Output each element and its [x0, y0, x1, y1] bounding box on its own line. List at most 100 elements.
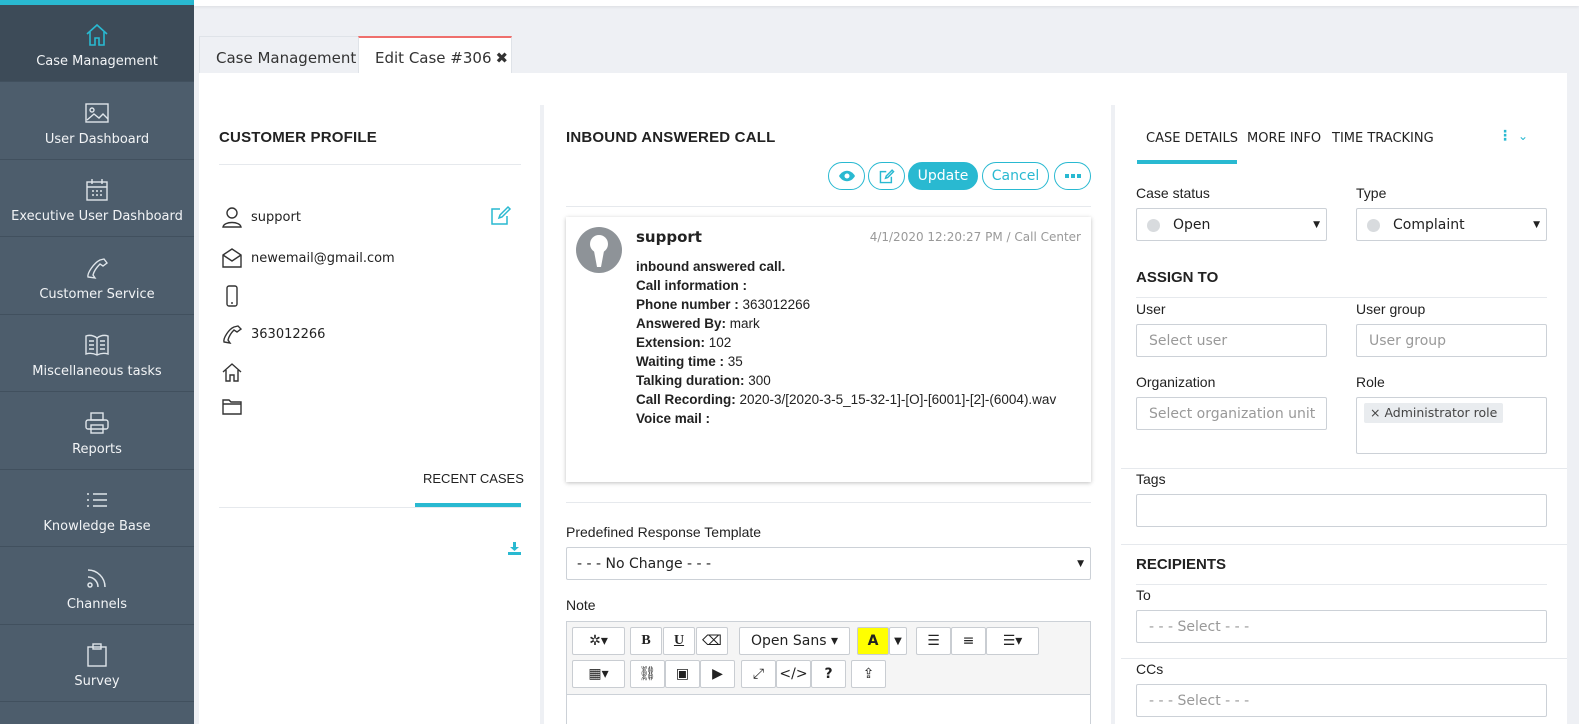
image-icon: ▣ — [675, 666, 690, 682]
envelope-icon — [222, 248, 242, 268]
image-button[interactable]: ▣ — [665, 660, 700, 688]
color-dropdown[interactable]: ▼ — [889, 627, 907, 655]
divider — [1121, 544, 1567, 545]
sidebar-item-misc-tasks[interactable]: Miscellaneous tasks — [0, 315, 194, 392]
sidebar: Case Management User Dashboard Executive… — [0, 0, 194, 724]
organization-label: Organization — [1136, 374, 1216, 390]
template-value: - - - No Change - - - — [577, 555, 712, 572]
sidebar-item-label: Customer Service — [39, 287, 155, 302]
table-icon: ▦▾ — [588, 666, 609, 682]
type-select[interactable]: Complaint ▼ — [1356, 208, 1547, 241]
globe-icon — [1147, 219, 1160, 232]
type-value: Complaint — [1393, 216, 1465, 233]
numbered-list-icon: ≡ — [962, 633, 975, 649]
fullscreen-button[interactable]: ⤢ — [741, 660, 776, 688]
divider — [540, 105, 544, 724]
tab-time-tracking[interactable]: TIME TRACKING — [1332, 131, 1434, 146]
eye-icon — [838, 170, 855, 182]
talking-label: Talking duration: — [636, 373, 745, 388]
bold-button[interactable]: B — [630, 627, 662, 655]
kebab-menu-icon[interactable]: ⋮ — [1498, 128, 1512, 144]
talking-value: 300 — [744, 373, 771, 388]
sidebar-item-case-management[interactable]: Case Management — [0, 5, 194, 82]
divider — [1121, 468, 1567, 469]
tags-input[interactable] — [1136, 494, 1547, 527]
text-color-button[interactable]: A — [857, 627, 889, 655]
image-icon — [85, 103, 109, 123]
magic-wand-icon: ✲▾ — [589, 633, 608, 649]
profile-email: newemail@gmail.com — [251, 250, 395, 266]
note-editor: ✲▾ B U ⌫ Open Sans ▾ A ▼ ☰ ≡ ☰▾ ▦▾ ⛓ ▣ ▶… — [566, 621, 1091, 724]
tags-label: Tags — [1136, 471, 1166, 487]
profile-mobile-row — [221, 283, 251, 309]
code-icon: </> — [779, 666, 808, 682]
note-label: Note — [566, 597, 596, 613]
note-textarea[interactable] — [567, 694, 1090, 724]
profile-title: CUSTOMER PROFILE — [219, 129, 377, 146]
chevron-down-icon[interactable]: ⌄ — [1518, 129, 1528, 143]
template-select[interactable]: - - - No Change - - - ▼ — [566, 547, 1091, 580]
sidebar-item-executive-dashboard[interactable]: Executive User Dashboard — [0, 160, 194, 237]
tag-remove-icon[interactable]: × — [1370, 405, 1380, 420]
divider — [219, 507, 521, 508]
download-icon[interactable] — [508, 542, 521, 555]
user-group-label: User group — [1356, 301, 1426, 317]
role-tag[interactable]: × Administrator role — [1364, 403, 1504, 423]
eraser-button[interactable]: ⌫ — [696, 627, 728, 655]
to-select[interactable]: - - - Select - - - — [1136, 610, 1547, 643]
tab-bar: Case Management Edit Case #306 ✖ — [194, 6, 1579, 79]
tab-recent-cases[interactable]: RECENT CASES — [423, 471, 524, 486]
unordered-list-button[interactable]: ☰ — [916, 627, 951, 655]
sidebar-item-survey[interactable]: Survey — [0, 625, 194, 702]
more-button[interactable] — [1054, 162, 1091, 190]
update-button[interactable]: Update — [908, 162, 978, 190]
magic-button[interactable]: ✲▾ — [572, 627, 625, 655]
close-icon[interactable]: ✖ — [496, 49, 509, 67]
sidebar-item-label: Channels — [66, 597, 128, 612]
cancel-button[interactable]: Cancel — [982, 162, 1049, 190]
divider — [1121, 658, 1567, 659]
profile-folder-row — [221, 393, 251, 419]
ordered-list-button[interactable]: ≡ — [951, 627, 986, 655]
home-icon — [222, 363, 242, 382]
cc-select[interactable]: - - - Select - - - — [1136, 684, 1547, 717]
profile-username: support — [251, 209, 301, 225]
recording-value: 2020-3/[2020-3-5_15-32-1]-[O]-[6001]-[2]… — [735, 392, 1057, 407]
divider — [1136, 297, 1547, 298]
tab-case-details[interactable]: CASE DETAILS — [1146, 131, 1238, 146]
rss-icon — [87, 569, 106, 588]
table-button[interactable]: ▦▾ — [572, 660, 625, 688]
user-silhouette-icon — [590, 235, 608, 267]
user-select[interactable]: Select user — [1136, 324, 1327, 357]
phone-value: 363012266 — [738, 297, 811, 312]
organization-select[interactable]: Select organization unit — [1136, 397, 1327, 430]
sidebar-item-knowledge-base[interactable]: Knowledge Base — [0, 470, 194, 547]
mobile-icon — [226, 285, 238, 307]
sidebar-item-customer-service[interactable]: Customer Service — [0, 238, 194, 315]
video-button[interactable]: ▶ — [700, 660, 735, 688]
info-label: Call information : — [636, 278, 747, 293]
call-title: INBOUND ANSWERED CALL — [566, 129, 776, 146]
font-family-select[interactable]: Open Sans ▾ — [739, 627, 850, 655]
link-button[interactable]: ⛓ — [630, 660, 665, 688]
tab-more-info[interactable]: MORE INFO — [1247, 131, 1321, 146]
upload-button[interactable]: ⇪ — [851, 660, 886, 688]
bullet-list-icon: ☰ — [927, 633, 940, 649]
note-body: inbound answered call. Call information … — [636, 257, 1076, 428]
align-button[interactable]: ☰▾ — [986, 627, 1039, 655]
sidebar-item-label: Case Management — [36, 54, 158, 69]
underline-button[interactable]: U — [663, 627, 695, 655]
sidebar-item-user-dashboard[interactable]: User Dashboard — [0, 83, 194, 160]
view-button[interactable] — [828, 162, 865, 190]
edit-icon[interactable] — [490, 204, 512, 226]
help-button[interactable]: ? — [811, 660, 846, 688]
edit-button[interactable] — [868, 162, 905, 190]
sidebar-item-channels[interactable]: Channels — [0, 548, 194, 625]
code-view-button[interactable]: </> — [776, 660, 811, 688]
sidebar-item-reports[interactable]: Reports — [0, 393, 194, 470]
assign-to-title: ASSIGN TO — [1136, 269, 1219, 286]
printer-icon — [85, 412, 109, 434]
status-select[interactable]: Open ▼ — [1136, 208, 1327, 241]
link-icon: ⛓ — [638, 666, 657, 682]
user-group-select[interactable]: User group — [1356, 324, 1547, 357]
